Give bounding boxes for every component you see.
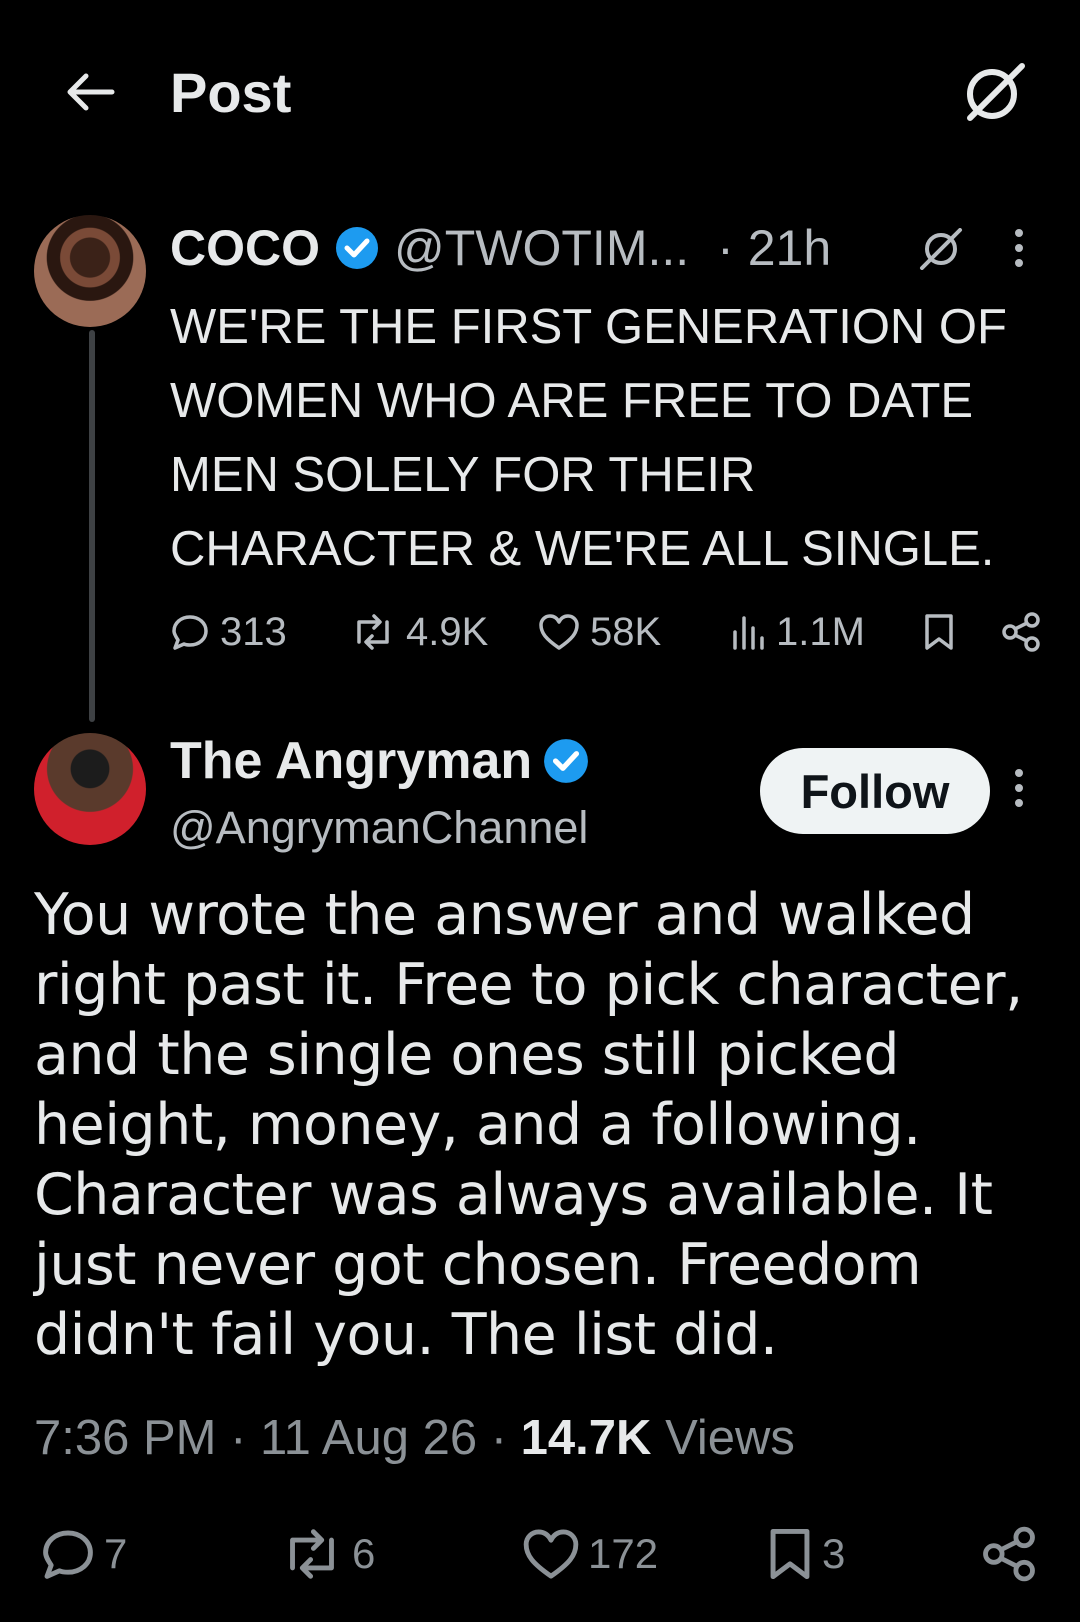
bookmark-icon <box>925 614 953 650</box>
grok-icon[interactable] <box>960 62 1026 124</box>
views-icon <box>733 616 764 650</box>
follow-button[interactable]: Follow <box>760 748 990 834</box>
verified-badge-icon <box>334 225 380 271</box>
like-button[interactable]: 172 <box>522 1524 658 1584</box>
post-text: WE'RE THE FIRST GENERATION OF WOMEN WHO … <box>170 300 1007 576</box>
reply-icon <box>172 615 208 650</box>
share-button[interactable] <box>980 1524 1046 1584</box>
repost-button[interactable]: 4.9K <box>350 607 488 657</box>
heart-icon <box>539 614 579 650</box>
avatar[interactable] <box>34 215 146 327</box>
repost-icon <box>357 614 389 650</box>
reply-icon <box>43 1530 93 1579</box>
repost-icon <box>290 1529 334 1579</box>
reply-count: 313 <box>220 609 287 654</box>
bookmark-count: 3 <box>822 1530 846 1577</box>
views-label: Views <box>665 1411 795 1465</box>
post-time: 7:36 PM <box>34 1411 217 1465</box>
repost-count: 6 <box>352 1530 376 1577</box>
heart-icon <box>523 1529 579 1579</box>
share-icon <box>1002 612 1040 652</box>
share-icon <box>983 1526 1035 1582</box>
post-text: You wrote the answer and walked right pa… <box>34 882 1023 1368</box>
post-meta: 7:36 PM · 11 Aug 26 · 14.7K Views <box>34 1411 795 1465</box>
views-button[interactable]: 1.1M <box>730 607 865 657</box>
avatar[interactable] <box>34 733 146 845</box>
bookmark-button[interactable] <box>922 607 966 657</box>
like-count: 58K <box>590 609 662 654</box>
more-options-icon[interactable] <box>1012 228 1026 268</box>
parent-tweet-header: COCO @TWOTIM... · 21h <box>170 215 831 281</box>
repost-button[interactable]: 6 <box>280 1524 375 1584</box>
grok-icon[interactable] <box>918 228 964 270</box>
share-button[interactable] <box>1000 607 1052 657</box>
more-options-icon[interactable] <box>1012 768 1026 808</box>
parent-action-bar: 313 4.9K 58K 1.1M <box>170 607 1050 657</box>
verified-badge-icon <box>542 737 590 785</box>
post-time: · 21h <box>717 220 832 276</box>
reply-count: 7 <box>104 1530 128 1577</box>
like-button[interactable]: 58K <box>538 607 661 657</box>
author-handle[interactable]: @AngrymanChannel <box>170 800 588 856</box>
author-handle[interactable]: @TWOTIM... <box>394 219 689 277</box>
repost-count: 4.9K <box>406 609 489 654</box>
views-count: 14.7K <box>520 1411 652 1465</box>
author-name[interactable]: The Angryman <box>170 731 532 791</box>
views-count: 1.1M <box>776 609 865 654</box>
main-action-bar: 7 6 172 3 <box>40 1524 1050 1584</box>
reply-button[interactable]: 7 <box>40 1524 127 1584</box>
bookmark-icon <box>770 1528 810 1580</box>
back-arrow-icon[interactable] <box>64 72 116 112</box>
author-name[interactable]: COCO <box>170 219 320 277</box>
like-count: 172 <box>588 1530 659 1577</box>
post-date: 11 Aug 26 <box>260 1411 478 1465</box>
bookmark-button[interactable]: 3 <box>766 1524 845 1584</box>
page-title: Post <box>170 61 292 124</box>
thread-line <box>89 330 95 722</box>
reply-button[interactable]: 313 <box>170 607 287 657</box>
main-tweet-header: The Angryman <box>170 728 590 794</box>
